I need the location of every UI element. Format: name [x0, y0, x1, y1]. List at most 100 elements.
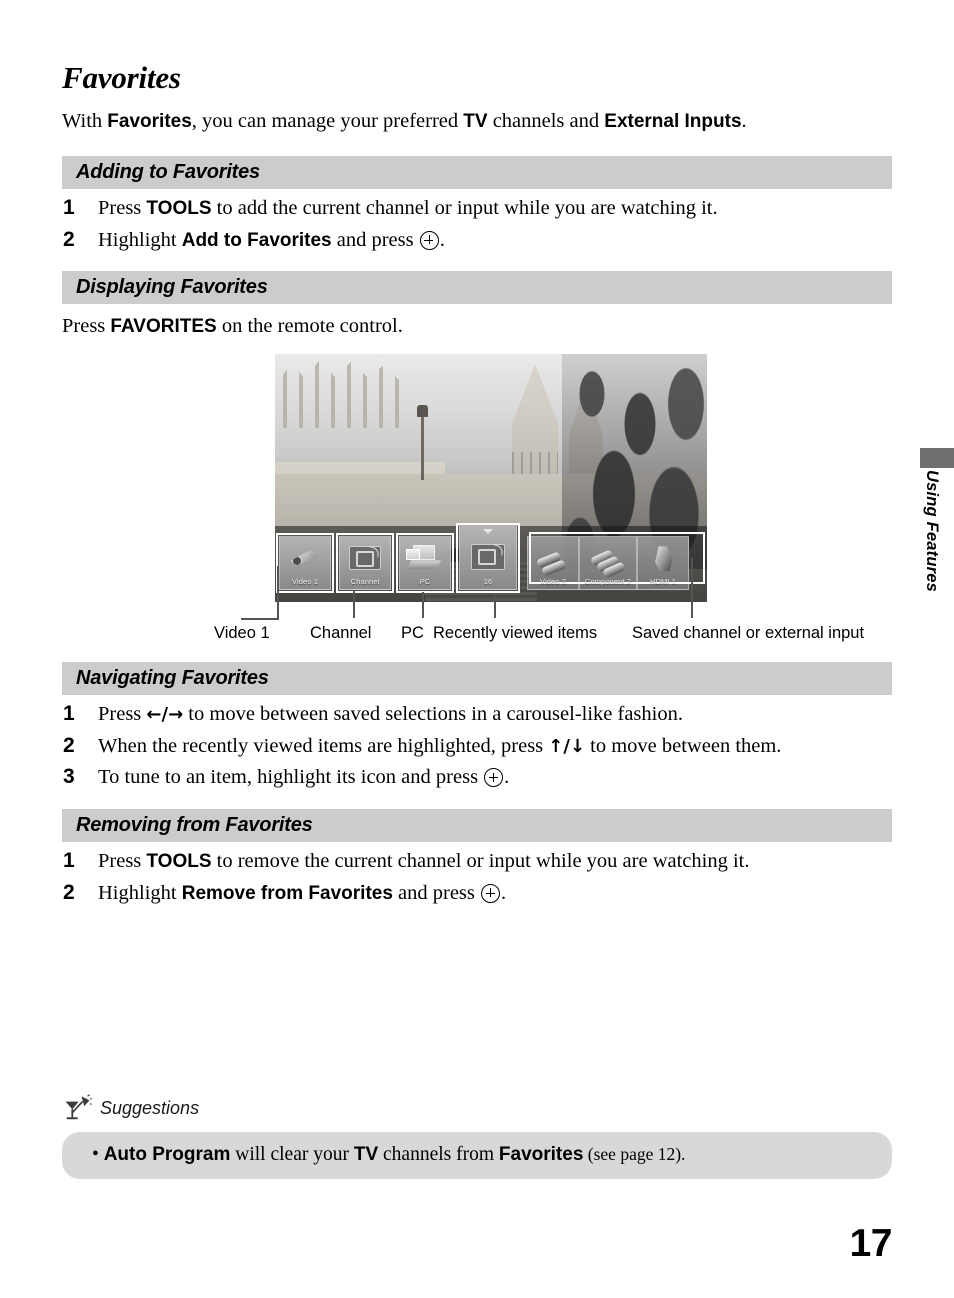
- suggestion-bullet: •: [92, 1144, 104, 1166]
- step-text-pre: Press: [98, 702, 147, 725]
- steps-navigating: 1 Press ←/→ to move between saved select…: [62, 701, 892, 791]
- hdmi-plug-icon: [642, 543, 684, 575]
- lead-pre: Press: [62, 315, 111, 338]
- tv-antenna-icon: [344, 543, 386, 575]
- carousel-tile-component-2[interactable]: Component 2: [579, 535, 637, 590]
- section-heading-label: Navigating Favorites: [76, 666, 269, 689]
- step-text-post: to add the current channel or input whil…: [211, 196, 718, 219]
- laptop-icon: [404, 543, 446, 575]
- callout-label-channel: Channel: [310, 623, 372, 642]
- step-text: To tune to an item, highlight its icon a…: [98, 764, 509, 791]
- intro-bold-favorites: Favorites: [107, 110, 192, 132]
- leader-line-recently-viewed: [494, 595, 496, 618]
- steps-adding: 1 Press TOOLS to add the current channel…: [62, 195, 892, 253]
- step-number: 2: [63, 880, 75, 904]
- intro-part-1: With: [62, 109, 108, 132]
- section-header-removing: Removing from Favorites: [62, 808, 892, 842]
- tv-screenshot: Video 1 Channel PC 16 Video 2 Component …: [275, 353, 707, 602]
- suggestions-header: Suggestions: [62, 1094, 892, 1122]
- suggestions-title: Suggestions: [100, 1097, 200, 1118]
- step-bold-tools: TOOLS: [146, 197, 212, 219]
- triple-component-plug-icon: [587, 543, 629, 579]
- composite-video-plug-icon: [284, 543, 326, 575]
- step-text: When the recently viewed items are highl…: [98, 733, 781, 760]
- tile-label: Component 2: [584, 577, 632, 587]
- intro-bold-tv: TV: [463, 110, 488, 132]
- suggestions-box: • Auto Program will clear your TV channe…: [62, 1132, 892, 1179]
- step-text-pre: Highlight: [98, 228, 182, 251]
- carousel-tile-row: Video 1 Channel PC 16 Video 2 Component …: [276, 522, 689, 593]
- section-heading-label: Displaying Favorites: [76, 276, 268, 299]
- favorites-screen-figure: Video 1 Channel PC 16 Video 2 Component …: [62, 353, 892, 644]
- step-text: Press TOOLS to remove the current channe…: [98, 848, 749, 875]
- step-text-pre: To tune to an item, highlight its icon a…: [98, 766, 484, 789]
- step-text-tail: .: [504, 766, 510, 789]
- step-text: Highlight Remove from Favorites and pres…: [98, 880, 506, 907]
- carousel-tile-hdmi-1[interactable]: HDMI 1: [637, 535, 689, 590]
- intro-bold-external-inputs: External Inputs: [604, 110, 742, 132]
- suggestion-bold-tv: TV: [353, 1144, 379, 1166]
- step-item: 1 Press ←/→ to move between saved select…: [62, 701, 892, 728]
- tile-label: PC: [419, 577, 431, 587]
- leader-line-saved: [691, 557, 693, 618]
- step-text-pre: Press: [98, 196, 147, 219]
- section-heading-label: Adding to Favorites: [76, 160, 260, 183]
- left-right-arrows-icon: ←/→: [146, 703, 184, 725]
- callout-label-pc: PC: [401, 623, 424, 642]
- suggestion-text-2: channels from: [378, 1144, 499, 1166]
- step-text: Press TOOLS to add the current channel o…: [98, 195, 718, 222]
- page-number: 17: [849, 1222, 893, 1265]
- step-number: 1: [63, 701, 75, 725]
- suggestion-page-ref: (see page 12).: [583, 1144, 686, 1165]
- intro-paragraph: With Favorites, you can manage your pref…: [62, 108, 892, 134]
- chevron-down-icon: [483, 528, 493, 534]
- page-content: Favorites With Favorites, you can manage…: [62, 60, 892, 1179]
- step-text-post: and press: [392, 881, 481, 904]
- favorites-carousel[interactable]: Video 1 Channel PC 16 Video 2 Component …: [275, 522, 707, 602]
- manual-page: Favorites With Favorites, you can manage…: [0, 0, 954, 1298]
- section-header-navigating: Navigating Favorites: [62, 661, 892, 695]
- step-bold-remove-from-favorites: Remove from Favorites: [181, 882, 393, 904]
- step-bold-tools: TOOLS: [146, 850, 212, 872]
- step-item: 2 When the recently viewed items are hig…: [62, 733, 892, 760]
- step-text-pre: Highlight: [98, 881, 182, 904]
- leader-line-video-1-h: [241, 617, 279, 620]
- enter-button-icon: [419, 230, 439, 250]
- carousel-tile-recently-viewed[interactable]: 16: [456, 522, 520, 593]
- step-item: 2 Highlight Add to Favorites and press .: [62, 227, 892, 254]
- carousel-tile-channel[interactable]: Channel: [336, 532, 394, 593]
- step-bold-add-to-favorites: Add to Favorites: [181, 229, 332, 251]
- step-text-pre: When the recently viewed items are highl…: [98, 734, 549, 757]
- step-number: 2: [63, 733, 75, 757]
- tile-label: Channel: [350, 577, 380, 587]
- suggestions-section: Suggestions • Auto Program will clear yo…: [62, 1094, 892, 1179]
- dual-video-plug-icon: [532, 543, 574, 578]
- page-title: Favorites: [62, 60, 181, 95]
- step-text-pre: Press: [98, 849, 147, 872]
- suggestion-bold-favorites: Favorites: [498, 1144, 584, 1166]
- carousel-tile-video-2[interactable]: Video 2: [527, 535, 579, 590]
- step-text-post: to remove the current channel or input w…: [211, 849, 750, 872]
- figure-callouts: Video 1 Channel PC Recently viewed items…: [62, 557, 892, 644]
- step-text-post: to move between them.: [585, 734, 782, 757]
- side-tab-marker: [920, 448, 954, 468]
- section-header-displaying: Displaying Favorites: [62, 271, 892, 305]
- displaying-lead-line: Press FAVORITES on the remote control.: [62, 313, 892, 340]
- step-item: 3 To tune to an item, highlight its icon…: [62, 764, 892, 791]
- tile-label: Video 1: [291, 577, 318, 587]
- carousel-tile-video-1[interactable]: Video 1: [276, 532, 334, 593]
- section-heading-label: Removing from Favorites: [76, 813, 313, 836]
- section-header-adding: Adding to Favorites: [62, 155, 892, 189]
- suggestion-text-1: will clear your: [230, 1144, 354, 1166]
- desk-lamp-icon: [62, 1094, 93, 1122]
- step-number: 1: [63, 195, 75, 219]
- intro-part-4: .: [741, 109, 747, 132]
- carousel-tile-pc[interactable]: PC: [396, 532, 454, 593]
- intro-part-3: channels and: [487, 109, 605, 132]
- enter-button-icon: [481, 883, 501, 903]
- step-number: 3: [63, 765, 75, 789]
- callout-label-video-1: Video 1: [214, 623, 270, 642]
- step-text: Highlight Add to Favorites and press .: [98, 227, 445, 254]
- step-text-post: and press: [331, 228, 419, 251]
- intro-part-2: , you can manage your preferred: [191, 109, 464, 132]
